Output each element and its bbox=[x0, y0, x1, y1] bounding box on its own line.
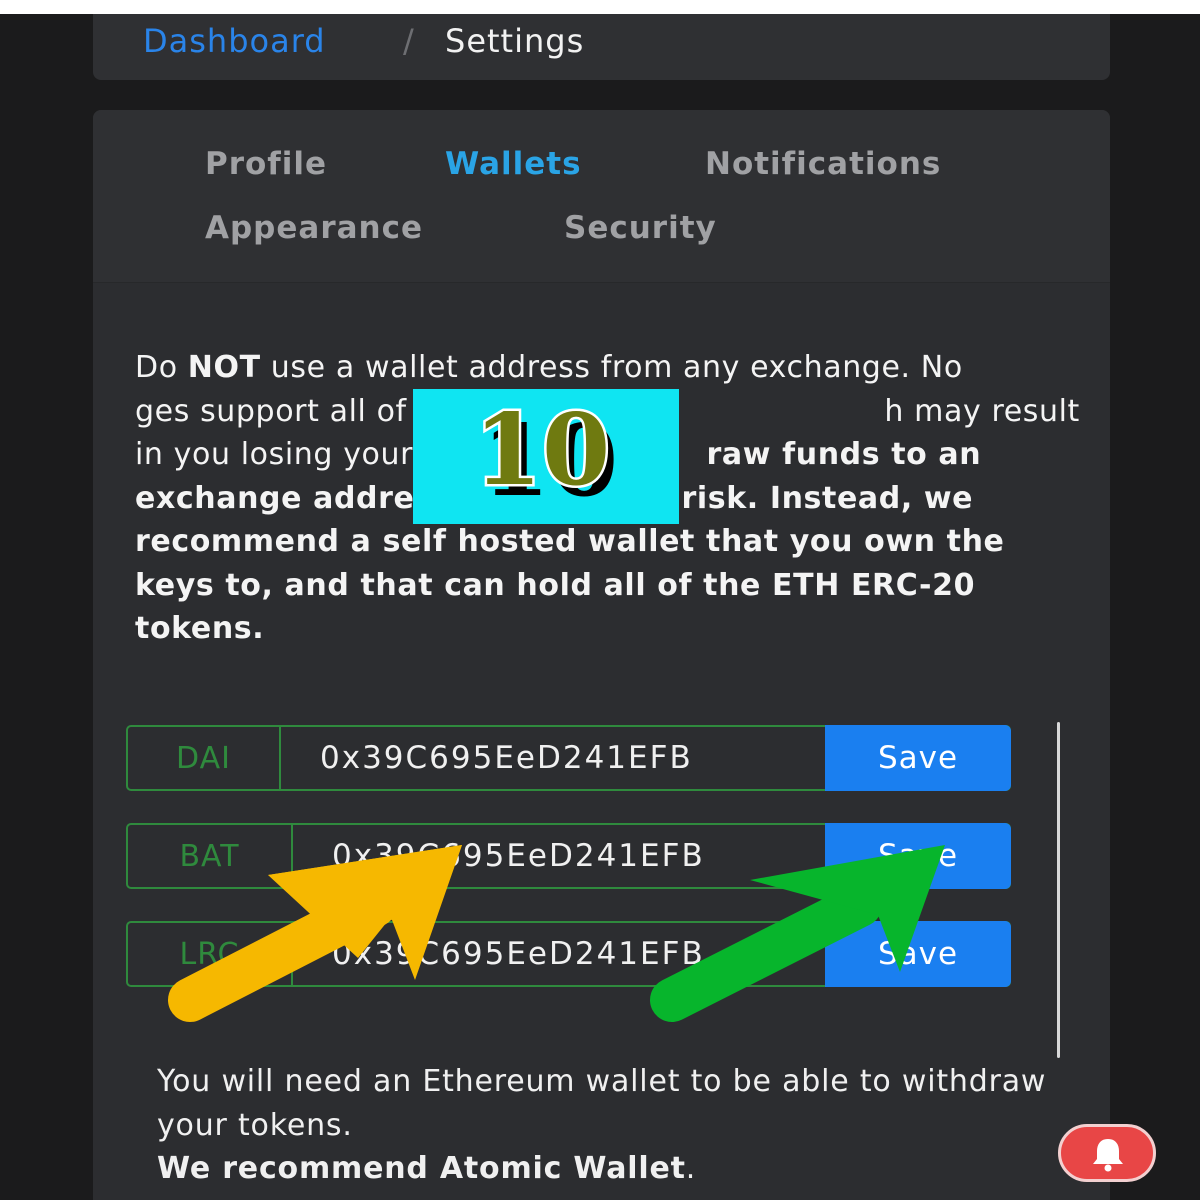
settings-card: Profile Wallets Notifications Appearance… bbox=[93, 110, 1110, 1200]
save-button[interactable]: Save bbox=[825, 725, 1011, 791]
wallet-row-dai: DAI 0x39C695EeD241EFB Save bbox=[126, 725, 1011, 791]
settings-tabs: Profile Wallets Notifications Appearance… bbox=[93, 110, 1110, 283]
top-strip bbox=[0, 0, 1200, 14]
warning-text-1: use a wallet address from any exchange. … bbox=[260, 350, 963, 385]
breadcrumb-separator: / bbox=[403, 22, 415, 60]
tab-notifications[interactable]: Notifications bbox=[705, 146, 941, 182]
breadcrumb-dashboard-link[interactable]: Dashboard bbox=[143, 22, 326, 60]
warning-text-start: Do bbox=[135, 350, 188, 385]
bell-icon bbox=[1093, 1139, 1123, 1172]
wallet-address-input[interactable]: 0x39C695EeD241EFB bbox=[320, 727, 693, 789]
wallet-token-label: BAT bbox=[128, 825, 293, 887]
wallet-row-bat: BAT 0x39C695EeD241EFB Save bbox=[126, 823, 1011, 889]
wallet-address-input[interactable]: 0x39C695EeD241EFB bbox=[332, 923, 705, 985]
footer-recommendation: We recommend Atomic Wallet bbox=[157, 1151, 686, 1186]
footer-line-1: You will need an Ethereum wallet to be a… bbox=[157, 1064, 1047, 1143]
breadcrumb: Dashboard / Settings bbox=[93, 14, 1110, 80]
badge-number: 10 bbox=[474, 393, 610, 508]
badge-number-graphic: 10 10 bbox=[471, 391, 618, 520]
footer-period: . bbox=[685, 1151, 697, 1186]
save-button[interactable]: Save bbox=[825, 823, 1011, 889]
number-badge: 10 10 bbox=[413, 389, 679, 524]
wallet-token-label: DAI bbox=[128, 727, 281, 789]
wallet-token-label: LRC bbox=[128, 923, 293, 985]
tab-profile[interactable]: Profile bbox=[205, 146, 327, 182]
ethereum-wallet-note: You will need an Ethereum wallet to be a… bbox=[157, 1060, 1057, 1191]
wallet-row-lrc: LRC 0x39C695EeD241EFB Save bbox=[126, 921, 1011, 987]
tab-security[interactable]: Security bbox=[564, 210, 717, 246]
notification-button[interactable] bbox=[1058, 1124, 1156, 1182]
save-button[interactable]: Save bbox=[825, 921, 1011, 987]
warning-not-emphasis: NOT bbox=[187, 350, 261, 385]
tab-appearance[interactable]: Appearance bbox=[205, 210, 423, 246]
scrollbar[interactable] bbox=[1057, 722, 1060, 1058]
tab-wallets[interactable]: Wallets bbox=[445, 146, 582, 182]
breadcrumb-current: Settings bbox=[445, 22, 585, 60]
app-frame: Dashboard / Settings Profile Wallets Not… bbox=[0, 14, 1200, 1200]
wallet-address-input[interactable]: 0x39C695EeD241EFB bbox=[332, 825, 705, 887]
